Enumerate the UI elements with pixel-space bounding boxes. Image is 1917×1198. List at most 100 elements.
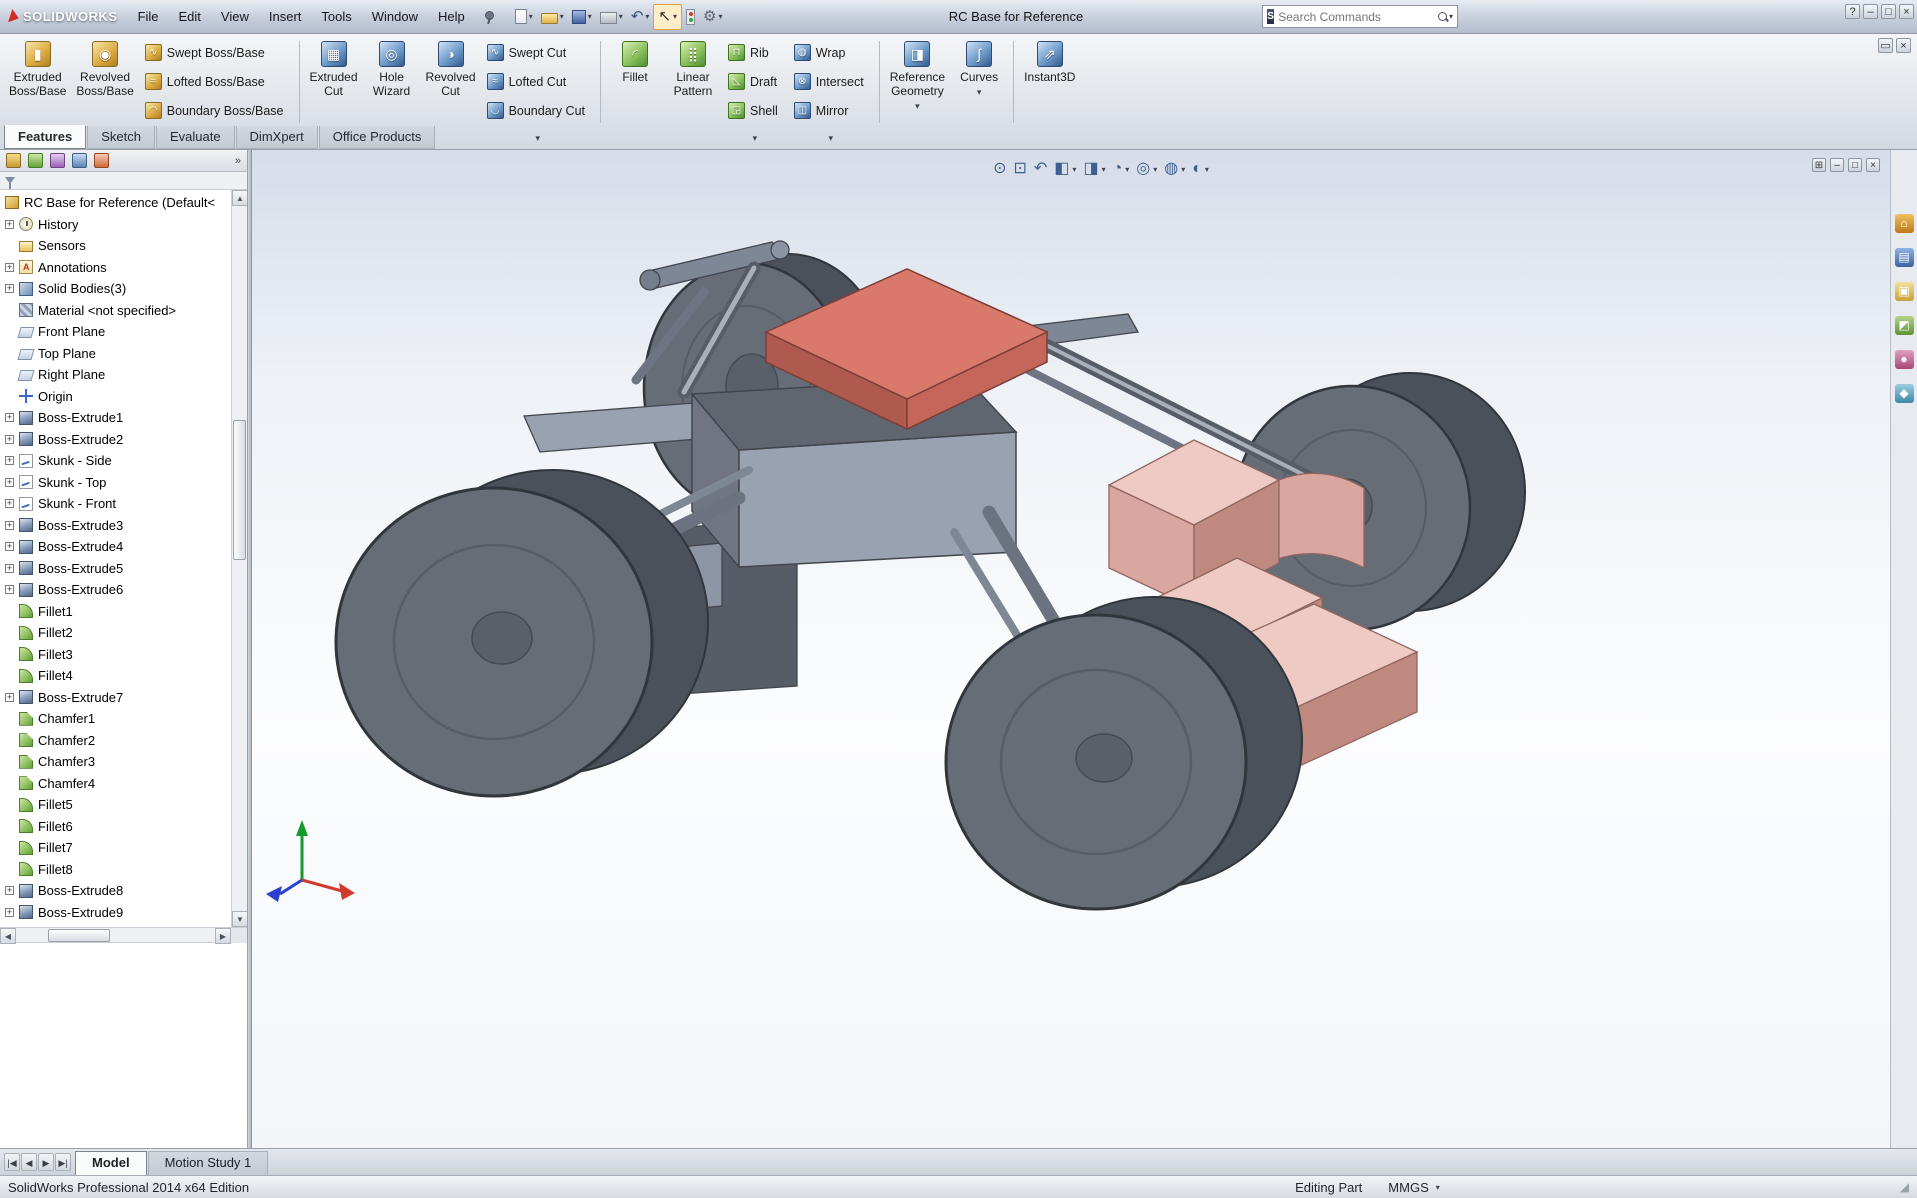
scroll-right-icon[interactable]: ▶ <box>215 928 231 944</box>
tree-item[interactable]: Solid Bodies(3) <box>5 278 230 300</box>
menu-item[interactable]: Tools <box>311 5 361 28</box>
search-commands-box[interactable]: S ▾ <box>1262 5 1458 28</box>
swept-cut-button[interactable]: Swept Cut <box>483 38 593 67</box>
tree-item[interactable]: Fillet8 <box>5 859 230 881</box>
search-input[interactable] <box>1278 10 1433 24</box>
options-button[interactable]: ⚙▾ <box>699 4 726 30</box>
section-view-icon[interactable]: ◧ <box>1054 160 1069 178</box>
new-document-button[interactable]: ▾ <box>511 4 537 30</box>
tree-item[interactable]: Boss-Extrude7 <box>5 687 230 709</box>
tab-dimxpert[interactable]: DimXpert <box>236 126 318 149</box>
edit-appearance-icon[interactable]: ◍ <box>1164 160 1178 178</box>
panel-more-icon[interactable]: » <box>235 155 241 167</box>
apply-scene-icon[interactable]: ◐ <box>1192 160 1202 178</box>
tree-item[interactable]: Boss-Extrude8 <box>5 880 230 902</box>
displaymanager-tab-icon[interactable] <box>94 153 109 168</box>
last-tab-icon[interactable]: ▶| <box>55 1153 71 1171</box>
featuremanager-tab-icon[interactable] <box>6 153 21 168</box>
hide-show-items-icon[interactable]: ◎ <box>1136 160 1150 178</box>
chevron-down-icon[interactable]: ▾ <box>1181 165 1185 174</box>
wrap-button[interactable]: Wrap <box>790 38 872 67</box>
maximize-button[interactable]: □ <box>1881 4 1896 19</box>
tree-item[interactable]: Top Plane <box>5 343 230 365</box>
instant3d-button[interactable]: Instant3D <box>1019 37 1080 86</box>
previous-tab-icon[interactable]: ◀ <box>21 1153 37 1171</box>
menu-item[interactable]: Insert <box>259 5 312 28</box>
tree-filter-bar[interactable] <box>0 172 247 190</box>
mirror-button[interactable]: Mirror <box>790 96 872 125</box>
search-scope-icon[interactable]: S <box>1267 9 1274 24</box>
chevron-down-icon[interactable]: ▾ <box>1153 165 1157 174</box>
zoom-area-icon[interactable]: ⊡ <box>1013 160 1026 178</box>
chevron-down-icon[interactable]: ▾ <box>915 99 920 113</box>
chevron-down-icon[interactable]: ▾ <box>1072 165 1076 174</box>
tree-item[interactable]: Chamfer1 <box>5 708 230 730</box>
tab-features[interactable]: Features <box>4 125 86 149</box>
revolved-boss-base-button[interactable]: Revolved Boss/Base <box>71 37 138 100</box>
resize-grip[interactable]: ◢ <box>1900 1180 1909 1194</box>
expand-plus-icon[interactable] <box>5 521 14 530</box>
search-icon[interactable] <box>1437 11 1443 23</box>
search-dropdown-icon[interactable]: ▾ <box>1449 12 1453 21</box>
tree-item[interactable]: Chamfer2 <box>5 730 230 752</box>
menu-item[interactable]: Edit <box>169 5 211 28</box>
expand-plus-icon[interactable] <box>5 585 14 594</box>
tab-model[interactable]: Model <box>75 1151 147 1175</box>
restore-document-button[interactable]: ▭ <box>1878 38 1893 53</box>
expand-plus-icon[interactable] <box>5 564 14 573</box>
viewport-close-icon[interactable]: × <box>1866 158 1880 172</box>
dimxpertmanager-tab-icon[interactable] <box>72 153 87 168</box>
expand-plus-icon[interactable] <box>5 456 14 465</box>
boundary-cut-button[interactable]: Boundary Cut <box>483 96 593 125</box>
menu-item[interactable]: Help <box>428 5 475 28</box>
fillet-button[interactable]: Fillet <box>606 37 664 86</box>
tree-item[interactable]: Fillet3 <box>5 644 230 666</box>
tree-item[interactable]: Annotations <box>5 257 230 279</box>
chevron-down-icon[interactable]: ▾ <box>1125 165 1129 174</box>
undo-button[interactable]: ↶▾ <box>627 4 654 30</box>
expand-plus-icon[interactable] <box>5 284 14 293</box>
draft-button[interactable]: Draft <box>724 67 786 96</box>
units-selector[interactable]: MMGS ▾ <box>1388 1180 1439 1195</box>
curves-button[interactable]: Curves ▾ <box>950 37 1008 101</box>
tree-item[interactable]: Chamfer4 <box>5 773 230 795</box>
tree-item[interactable]: Boss-Extrude5 <box>5 558 230 580</box>
lofted-boss-base-button[interactable]: Lofted Boss/Base <box>141 67 292 96</box>
swept-boss-base-button[interactable]: Swept Boss/Base <box>141 38 292 67</box>
extruded-cut-button[interactable]: Extruded Cut <box>305 37 363 100</box>
tree-item[interactable]: History <box>5 214 230 236</box>
linear-pattern-button[interactable]: Linear Pattern <box>664 37 722 100</box>
menu-item[interactable]: File <box>128 5 169 28</box>
print-button[interactable]: ▾ <box>596 4 627 30</box>
rebuild-button[interactable] <box>682 4 699 30</box>
revolved-cut-button[interactable]: Revolved Cut <box>421 37 481 100</box>
reference-geometry-button[interactable]: Reference Geometry ▾ <box>885 37 950 115</box>
propertymanager-tab-icon[interactable] <box>28 153 43 168</box>
tree-item[interactable]: Boss-Extrude2 <box>5 429 230 451</box>
tree-item[interactable]: Front Plane <box>5 321 230 343</box>
scroll-down-icon[interactable]: ▼ <box>232 911 247 927</box>
shell-button[interactable]: Shell <box>724 96 786 125</box>
tree-item[interactable]: Skunk - Side <box>5 450 230 472</box>
hole-wizard-button[interactable]: Hole Wizard <box>363 37 421 100</box>
save-button[interactable]: ▾ <box>568 4 596 30</box>
tree-item[interactable]: Origin <box>5 386 230 408</box>
tree-item[interactable]: Fillet4 <box>5 665 230 687</box>
tree-item[interactable]: Fillet7 <box>5 837 230 859</box>
solidworks-resources-icon[interactable]: ⌂ <box>1895 214 1914 233</box>
pin-menu-icon[interactable] <box>481 10 495 24</box>
expand-plus-icon[interactable] <box>5 478 14 487</box>
expand-plus-icon[interactable] <box>5 435 14 444</box>
expand-plus-icon[interactable] <box>5 413 14 422</box>
design-library-icon[interactable]: ▤ <box>1895 248 1914 267</box>
scrollbar-thumb[interactable] <box>233 420 246 560</box>
tree-item[interactable]: Boss-Extrude9 <box>5 902 230 924</box>
lofted-cut-button[interactable]: Lofted Cut <box>483 67 593 96</box>
tree-item[interactable]: Skunk - Front <box>5 493 230 515</box>
flyout-arrow-icon[interactable]: ▾ <box>536 133 541 144</box>
tree-item[interactable]: Chamfer3 <box>5 751 230 773</box>
viewport-restore-icon[interactable]: □ <box>1848 158 1862 172</box>
flyout-arrow-icon[interactable]: ▾ <box>753 133 758 144</box>
expand-plus-icon[interactable] <box>5 220 14 229</box>
expand-plus-icon[interactable] <box>5 886 14 895</box>
